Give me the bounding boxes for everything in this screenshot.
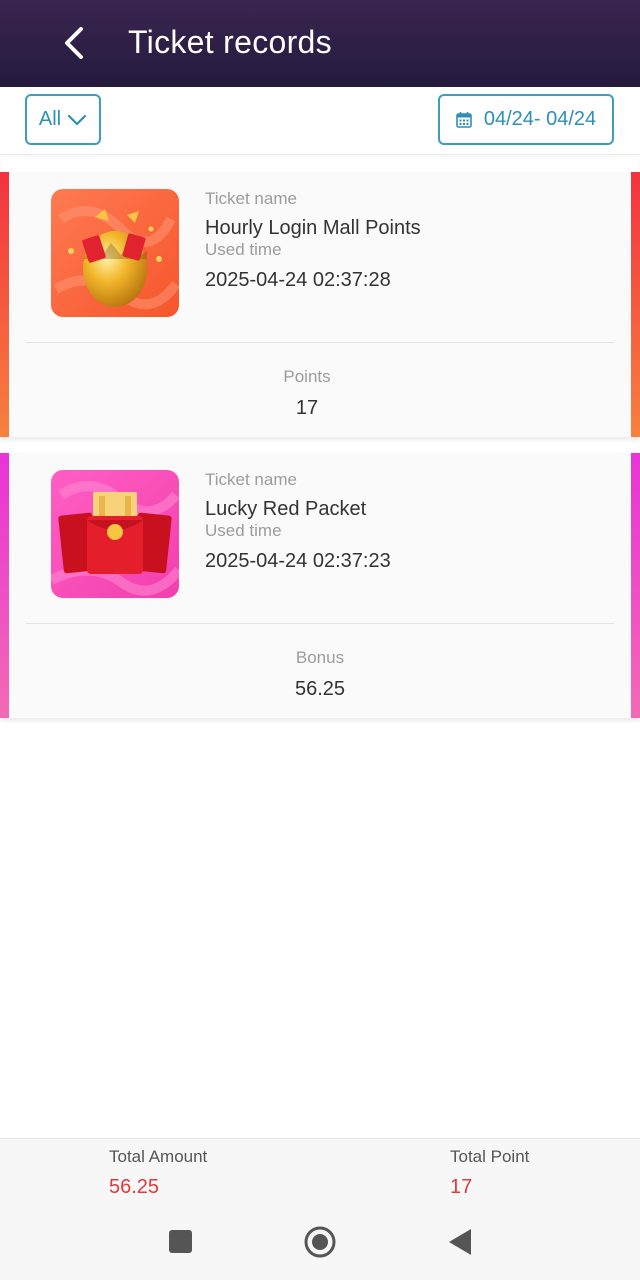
app-header: Ticket records bbox=[0, 0, 640, 87]
total-point-label: Total Point bbox=[450, 1147, 530, 1166]
filter-bar: All 04/24- 04/24 bbox=[0, 87, 640, 155]
totals-footer: Total Amount 56.25 Total Point 17 bbox=[0, 1138, 640, 1280]
total-point-value: 17 bbox=[450, 1176, 473, 1198]
chevron-down-icon bbox=[68, 114, 87, 125]
calendar-icon bbox=[456, 112, 472, 128]
used-time-label: Used time bbox=[205, 240, 282, 259]
system-back-button[interactable] bbox=[448, 1228, 472, 1256]
used-time: 2025-04-24 02:37:23 bbox=[205, 550, 391, 572]
card-divider bbox=[26, 623, 614, 624]
card-divider bbox=[26, 342, 614, 343]
type-filter-dropdown[interactable]: All bbox=[25, 94, 101, 145]
date-range-picker[interactable]: 04/24- 04/24 bbox=[438, 94, 614, 145]
ticket-name: Lucky Red Packet bbox=[205, 498, 367, 520]
total-amount-label: Total Amount bbox=[109, 1147, 208, 1166]
home-button[interactable] bbox=[304, 1226, 336, 1258]
recent-apps-button[interactable] bbox=[169, 1230, 192, 1253]
red-packet-icon bbox=[51, 470, 179, 598]
back-button[interactable] bbox=[54, 22, 94, 64]
amount-label: Bonus bbox=[295, 648, 345, 667]
amount-value: 17 bbox=[295, 397, 319, 419]
ticket-record-card[interactable]: Ticket name Hourly Login Mall Points Use… bbox=[0, 172, 640, 437]
type-filter-label: All bbox=[38, 108, 62, 130]
ticket-name-label: Ticket name bbox=[205, 470, 297, 489]
total-amount-value: 56.25 bbox=[109, 1176, 160, 1198]
page-title: Ticket records bbox=[128, 24, 332, 60]
used-time: 2025-04-24 02:37:28 bbox=[205, 269, 391, 291]
amount-label: Points bbox=[283, 367, 331, 386]
amount-value: 56.25 bbox=[294, 678, 346, 700]
golden-egg-icon bbox=[51, 189, 179, 317]
used-time-label: Used time bbox=[205, 521, 282, 540]
ticket-name-label: Ticket name bbox=[205, 189, 297, 208]
chevron-left-icon bbox=[65, 27, 83, 59]
card-accent-right bbox=[631, 172, 640, 437]
ticket-name: Hourly Login Mall Points bbox=[205, 217, 421, 239]
ticket-record-card[interactable]: Ticket name Lucky Red Packet Used time 2… bbox=[0, 453, 640, 718]
date-range-label: 04/24- 04/24 bbox=[483, 108, 597, 130]
